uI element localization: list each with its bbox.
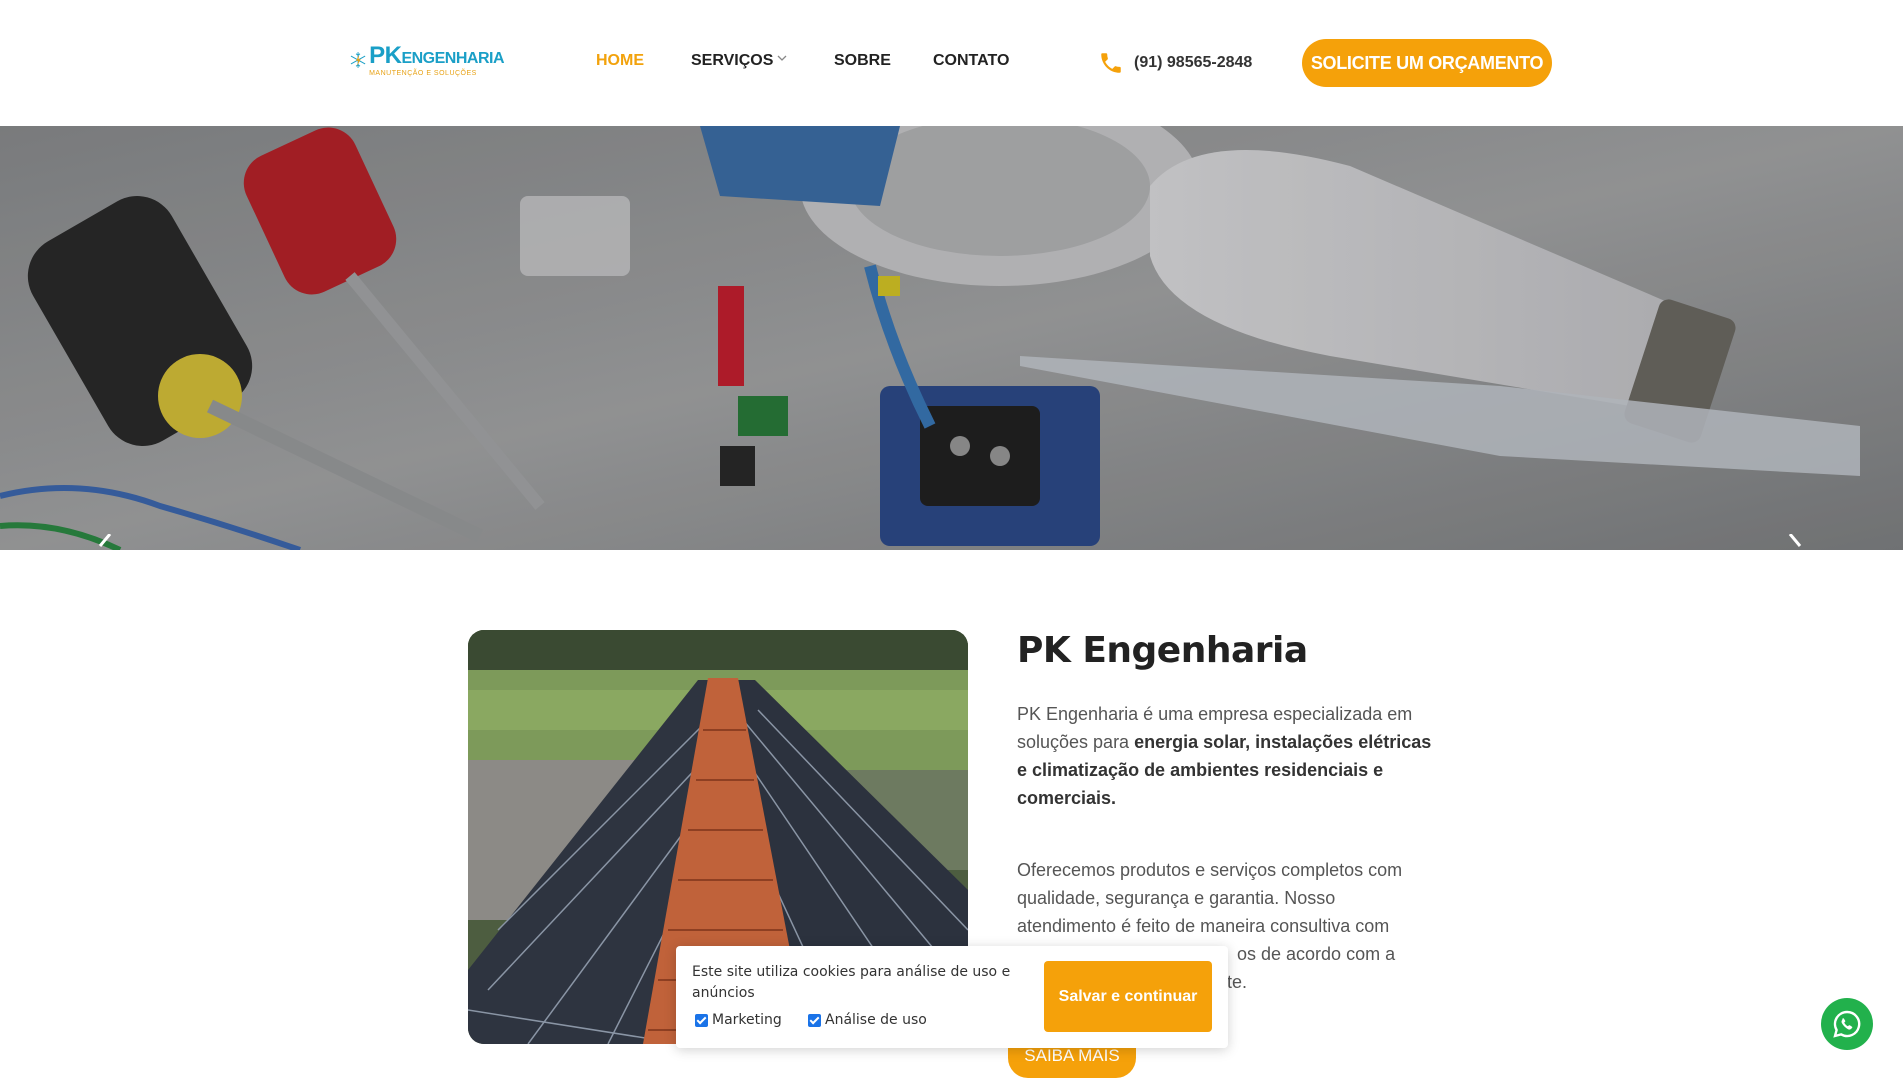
logo[interactable]: PKENGENHARIA MANUTENÇÃO E SOLUÇÕES <box>349 36 504 84</box>
cookie-message: Este site utiliza cookies para análise d… <box>692 964 1011 1001</box>
analytics-label: Análise de uso <box>825 1012 927 1028</box>
slider-prev-button[interactable] <box>90 534 130 550</box>
nav-servicos[interactable]: SERVIÇOS <box>691 52 787 70</box>
whatsapp-icon <box>1833 1010 1861 1038</box>
phone-number: (91) 98565-2848 <box>1134 54 1253 71</box>
chevron-down-icon <box>777 55 787 61</box>
marketing-checkbox[interactable] <box>695 1013 708 1027</box>
about-p2-line6: te. <box>1227 972 1248 992</box>
nav-sobre[interactable]: SOBRE <box>834 52 891 70</box>
cookie-option-analytics[interactable]: Análise de uso <box>808 1012 927 1028</box>
about-paragraph-1: PK Engenharia é uma empresa especializad… <box>1017 700 1437 812</box>
about-p2-line5: os de acordo com a <box>1237 944 1396 964</box>
request-quote-button[interactable]: SOLICITE UM ORÇAMENTO <box>1302 39 1552 87</box>
phone-contact[interactable]: (91) 98565-2848 <box>1098 50 1252 76</box>
snowflake-bolt-logo-icon <box>350 52 366 68</box>
nav-home[interactable]: HOME <box>596 52 644 70</box>
cookie-option-marketing[interactable]: Marketing <box>695 1012 782 1028</box>
slider-next-button[interactable] <box>1780 534 1820 550</box>
analytics-checkbox[interactable] <box>808 1013 821 1027</box>
about-title: PK Engenharia <box>1017 630 1308 671</box>
chevron-left-icon <box>98 534 112 547</box>
about-paragraph-2: Oferecemos produtos e serviços completos… <box>1017 856 1437 940</box>
hero-slider <box>0 126 1903 550</box>
site-header: PKENGENHARIA MANUTENÇÃO E SOLUÇÕES HOME … <box>0 0 1903 126</box>
logo-subtitle: MANUTENÇÃO E SOLUÇÕES <box>369 69 477 77</box>
save-and-continue-button[interactable]: Salvar e continuar <box>1044 961 1212 1032</box>
whatsapp-button[interactable] <box>1821 998 1873 1050</box>
cookie-consent-banner: Este site utiliza cookies para análise d… <box>676 946 1228 1048</box>
logo-title-big: PK <box>369 41 402 69</box>
about-p2-text: Oferecemos produtos e serviços completos… <box>1017 860 1403 936</box>
marketing-label: Marketing <box>712 1012 782 1028</box>
hero-image-electrical-tools <box>0 126 1903 550</box>
chevron-right-icon <box>1788 534 1802 547</box>
logo-title-small: ENGENHARIA <box>401 49 504 67</box>
phone-icon <box>1101 53 1121 73</box>
nav-contato[interactable]: CONTATO <box>933 52 1009 70</box>
nav-servicos-label: SERVIÇOS <box>691 52 774 69</box>
